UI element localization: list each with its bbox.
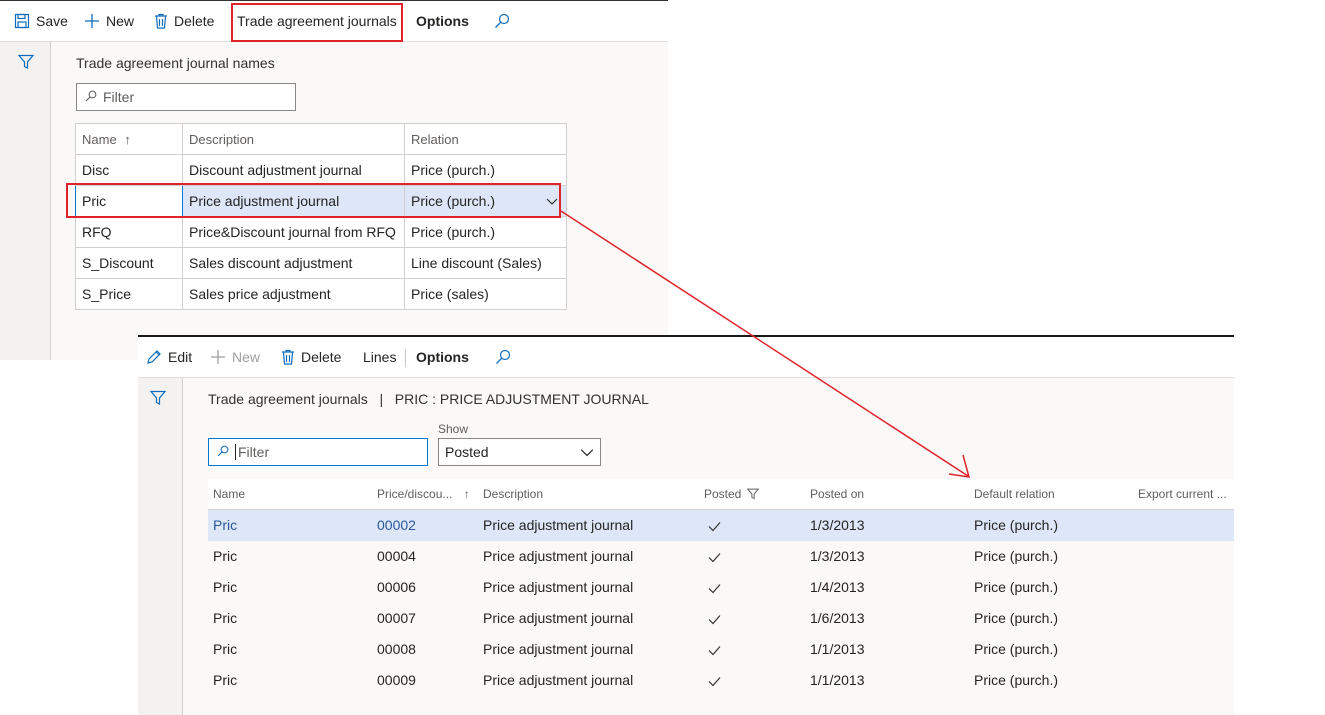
arrow-line — [560, 210, 969, 477]
annotation-arrow — [560, 210, 971, 478]
